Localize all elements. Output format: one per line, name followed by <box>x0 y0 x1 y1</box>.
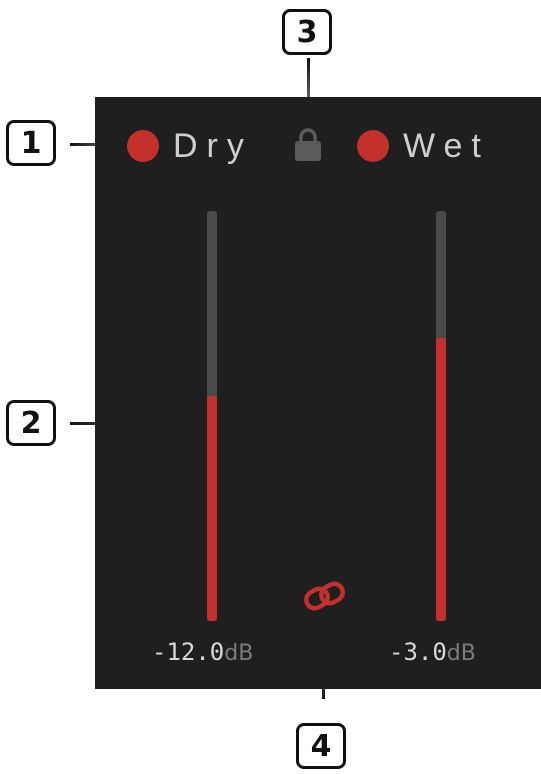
dry-fader[interactable] <box>207 211 217 621</box>
dry-fader-fill <box>207 395 217 621</box>
link-icon[interactable] <box>302 579 348 615</box>
wet-toggle[interactable]: Wet <box>357 129 490 163</box>
callout-2: 2 <box>6 400 56 446</box>
wet-label: Wet <box>403 127 490 165</box>
wet-fader-fill <box>436 338 446 621</box>
wet-readout-unit: dB <box>446 641 476 666</box>
dry-toggle[interactable]: Dry <box>127 129 253 163</box>
callout-1: 1 <box>6 120 56 166</box>
wet-readout-value: -3.0 <box>389 638 447 666</box>
lock-icon[interactable] <box>293 126 323 162</box>
dry-label: Dry <box>173 127 253 165</box>
wet-fader[interactable] <box>436 211 446 621</box>
wet-readout: -3.0dB <box>389 638 476 666</box>
dry-readout-unit: dB <box>224 641 254 666</box>
dry-readout: -12.0dB <box>152 638 253 666</box>
callout-4: 4 <box>296 723 346 769</box>
callout-3: 3 <box>282 9 332 55</box>
wet-led[interactable] <box>357 130 389 162</box>
dry-readout-value: -12.0 <box>152 638 225 666</box>
dry-led[interactable] <box>127 130 159 162</box>
